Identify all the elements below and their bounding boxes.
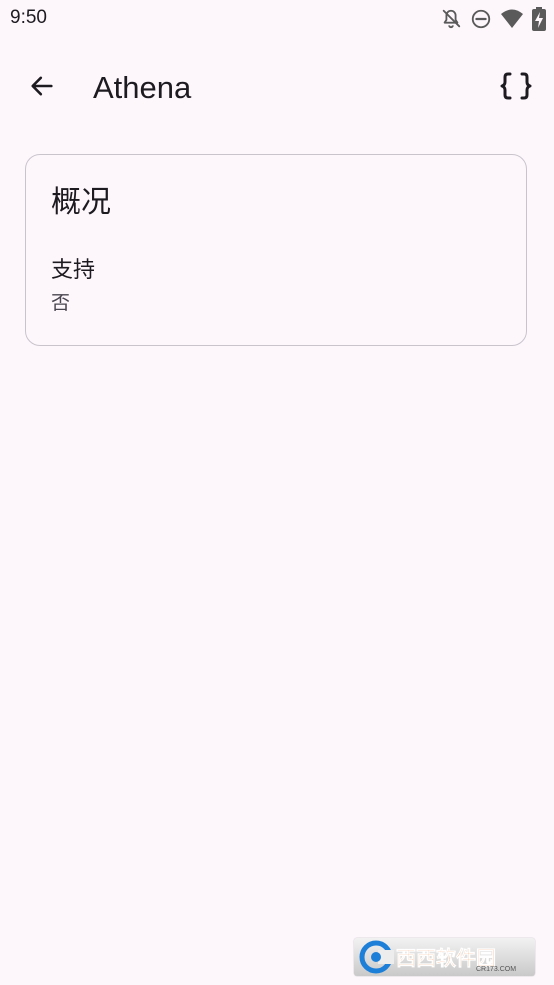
do-not-disturb-icon (470, 8, 492, 30)
top-app-bar: Athena (0, 50, 554, 126)
support-label: 支持 (51, 258, 96, 283)
bell-off-icon (440, 8, 462, 30)
watermark-subtext: CR173.COM (476, 966, 516, 973)
status-time: 9:50 (10, 7, 47, 28)
view-json-button[interactable] (492, 64, 540, 112)
watermark-graphic: 西西软件园 CR173.COM (359, 940, 516, 974)
arrow-back-icon (28, 72, 56, 105)
support-value: 否 (51, 292, 71, 314)
status-icons (440, 6, 546, 32)
watermark-logo: 西西软件园 CR173.COM (354, 938, 535, 976)
battery-charging-icon (532, 7, 546, 31)
card-title: 概况 (51, 185, 111, 220)
back-button[interactable] (18, 64, 66, 112)
wifi-icon (500, 8, 524, 30)
status-bar: 9:50 (0, 0, 554, 38)
json-braces-icon (500, 72, 532, 105)
overview-card: 概况 支持 否 (25, 154, 527, 346)
page-title: Athena (93, 70, 192, 105)
